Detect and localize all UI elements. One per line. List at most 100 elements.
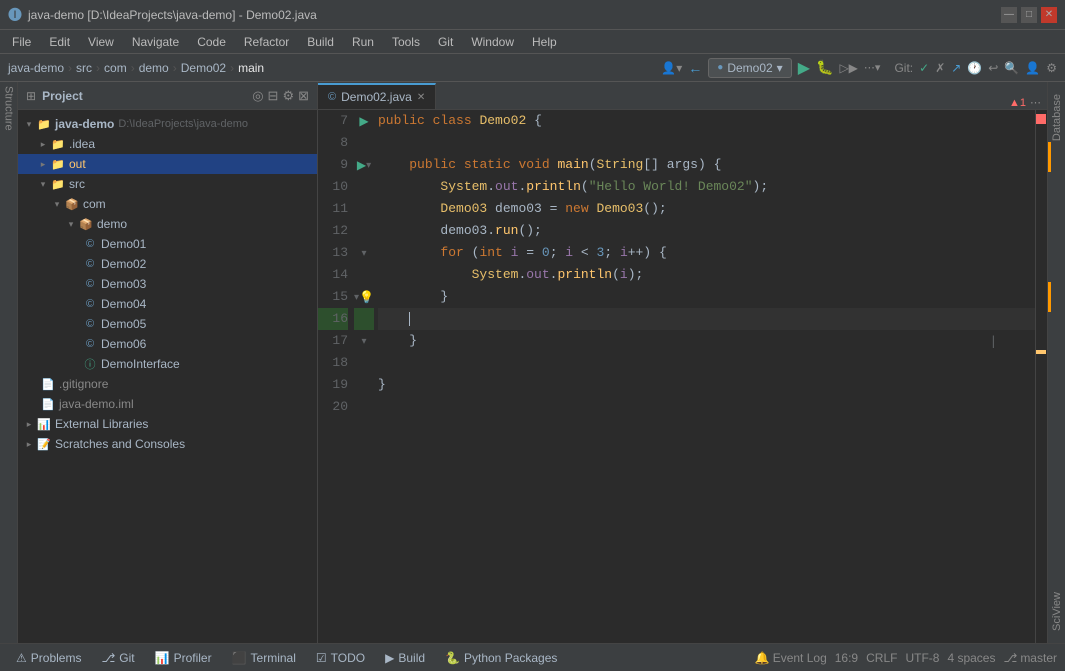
- tree-icon-demo04: ©: [82, 296, 98, 312]
- tab-git[interactable]: ⎇ Git: [93, 646, 142, 670]
- tree-item-scratches[interactable]: ▸ 📝 Scratches and Consoles: [18, 434, 317, 454]
- error-indicator[interactable]: ▲1: [1009, 97, 1026, 109]
- menu-run[interactable]: Run: [344, 31, 382, 53]
- tab-build[interactable]: ▶ Build: [377, 646, 433, 670]
- nav-src[interactable]: src: [76, 61, 92, 75]
- debug-button[interactable]: 🐛: [816, 59, 833, 76]
- project-settings-icon[interactable]: ⚙: [282, 88, 294, 104]
- menu-tools[interactable]: Tools: [384, 31, 428, 53]
- menu-window[interactable]: Window: [463, 31, 522, 53]
- tree-item-com[interactable]: ▾ 📦 com: [18, 194, 317, 214]
- menu-git[interactable]: Git: [430, 31, 461, 53]
- tree-item-demo02[interactable]: © Demo02: [18, 254, 317, 274]
- editor-content[interactable]: 7 8 9 10 11 12 13 14 15 16 17 18 19 20 ▶…: [318, 110, 1047, 643]
- gutter-18: [354, 352, 374, 374]
- tab-todo[interactable]: ☑ TODO: [308, 646, 373, 670]
- tree-item-iml[interactable]: 📄 java-demo.iml: [18, 394, 317, 414]
- tree-label-demo04: Demo04: [101, 297, 146, 311]
- tab-problems[interactable]: ⚠ Problems: [8, 646, 89, 670]
- menu-help[interactable]: Help: [524, 31, 565, 53]
- database-panel-label[interactable]: Database: [1049, 86, 1065, 149]
- code-line-17: }: [378, 330, 1035, 352]
- status-indent[interactable]: 4 spaces: [947, 651, 995, 665]
- nav-demo02[interactable]: Demo02: [181, 61, 226, 75]
- gutter-17[interactable]: ▾: [354, 330, 374, 352]
- run-button[interactable]: ▶: [798, 58, 810, 78]
- nav-com[interactable]: com: [104, 61, 127, 75]
- menu-navigate[interactable]: Navigate: [124, 31, 187, 53]
- run-config-selector[interactable]: ● Demo02 ▾: [708, 58, 791, 78]
- status-encoding[interactable]: UTF-8: [905, 651, 939, 665]
- code-area[interactable]: public class Demo02 { public static void…: [374, 110, 1035, 643]
- menu-code[interactable]: Code: [189, 31, 234, 53]
- gutter-15[interactable]: ▾💡: [354, 286, 374, 308]
- tree-item-root[interactable]: ▾ 📁 java-demo D:\IdeaProjects\java-demo: [18, 114, 317, 134]
- tree-item-demo01[interactable]: © Demo01: [18, 234, 317, 254]
- menu-view[interactable]: View: [80, 31, 122, 53]
- close-button[interactable]: ✕: [1041, 7, 1057, 23]
- tree-item-idea[interactable]: ▸ 📁 .idea: [18, 134, 317, 154]
- status-line-endings[interactable]: CRLF: [866, 651, 897, 665]
- linenum-20: 20: [318, 396, 348, 418]
- nav-project[interactable]: java-demo: [8, 61, 64, 75]
- run-with-coverage-button[interactable]: ▷▶: [839, 61, 857, 75]
- linenum-17: 17: [318, 330, 348, 352]
- structure-panel[interactable]: Structure: [0, 82, 18, 643]
- tab-expand-icon[interactable]: ⋯: [1030, 96, 1041, 109]
- user-icon[interactable]: 👤: [1025, 61, 1040, 75]
- tree-item-demo04[interactable]: © Demo04: [18, 294, 317, 314]
- tree-item-demo06[interactable]: © Demo06: [18, 334, 317, 354]
- gutter-7[interactable]: ▶: [354, 110, 374, 132]
- code-line-15: }: [378, 286, 1035, 308]
- tree-item-out[interactable]: ▸ 📁 out: [18, 154, 317, 174]
- git-check-icon[interactable]: ✓: [919, 61, 929, 75]
- menu-edit[interactable]: Edit: [41, 31, 78, 53]
- tree-item-extlibs[interactable]: ▸ 📊 External Libraries: [18, 414, 317, 434]
- maximize-button[interactable]: □: [1021, 7, 1037, 23]
- minimize-button[interactable]: —: [1001, 7, 1017, 23]
- menu-refactor[interactable]: Refactor: [236, 31, 297, 53]
- git-up-icon[interactable]: ↗: [951, 61, 961, 75]
- nav-main[interactable]: main: [238, 61, 264, 75]
- menu-build[interactable]: Build: [299, 31, 342, 53]
- tab-demo02-icon: ©: [328, 91, 336, 103]
- tree-item-demo05[interactable]: © Demo05: [18, 314, 317, 334]
- status-branch[interactable]: ⎇ master: [1003, 651, 1057, 665]
- tree-item-demointerface[interactable]: ⓘ DemoInterface: [18, 354, 317, 374]
- tree-icon-iml: 📄: [40, 396, 56, 412]
- tree-item-src[interactable]: ▾ 📁 src: [18, 174, 317, 194]
- tree-arrow-out: ▸: [36, 159, 50, 170]
- tab-terminal[interactable]: ⬛ Terminal: [224, 646, 304, 670]
- tree-icon-scratches: 📝: [36, 436, 52, 452]
- tab-profiler[interactable]: 📊 Profiler: [147, 646, 220, 670]
- nav-demo[interactable]: demo: [139, 61, 169, 75]
- gutter-9[interactable]: ▶▾: [354, 154, 374, 176]
- tab-demo02-close[interactable]: ✕: [417, 92, 425, 103]
- gutter-13[interactable]: ▾: [354, 242, 374, 264]
- history-icon[interactable]: 🕐: [967, 61, 982, 75]
- back-icon[interactable]: ←: [688, 60, 702, 76]
- status-event-log[interactable]: 🔔 Event Log: [755, 651, 827, 665]
- project-collapse-icon[interactable]: ⊟: [268, 88, 279, 104]
- sciview-panel-label[interactable]: SciView: [1049, 584, 1065, 639]
- tab-demo02[interactable]: © Demo02.java ✕: [318, 83, 436, 109]
- settings-icon[interactable]: ⚙: [1046, 61, 1057, 75]
- tree-icon-out: 📁: [50, 156, 66, 172]
- project-locate-icon[interactable]: ◎: [252, 88, 263, 104]
- tree-item-demo[interactable]: ▾ 📦 demo: [18, 214, 317, 234]
- project-close-icon[interactable]: ⊠: [298, 88, 309, 104]
- search-icon[interactable]: 🔍: [1004, 61, 1019, 75]
- profile-icon[interactable]: 👤▾: [661, 61, 682, 75]
- menu-file[interactable]: File: [4, 31, 39, 53]
- undo-icon[interactable]: ↩: [988, 61, 998, 75]
- line-numbers: 7 8 9 10 11 12 13 14 15 16 17 18 19 20: [318, 110, 354, 643]
- code-line-13: for (int i = 0; i < 3; i++) {: [378, 242, 1035, 264]
- more-run-button[interactable]: ⋯▾: [864, 61, 881, 74]
- tree-item-gitignore[interactable]: 📄 .gitignore: [18, 374, 317, 394]
- error-stripe: [1035, 110, 1047, 643]
- status-position[interactable]: 16:9: [835, 651, 858, 665]
- tab-python-packages[interactable]: 🐍 Python Packages: [437, 646, 565, 670]
- tree-item-demo03[interactable]: © Demo03: [18, 274, 317, 294]
- window-controls[interactable]: — □ ✕: [1001, 7, 1057, 23]
- git-x-icon[interactable]: ✗: [935, 61, 945, 75]
